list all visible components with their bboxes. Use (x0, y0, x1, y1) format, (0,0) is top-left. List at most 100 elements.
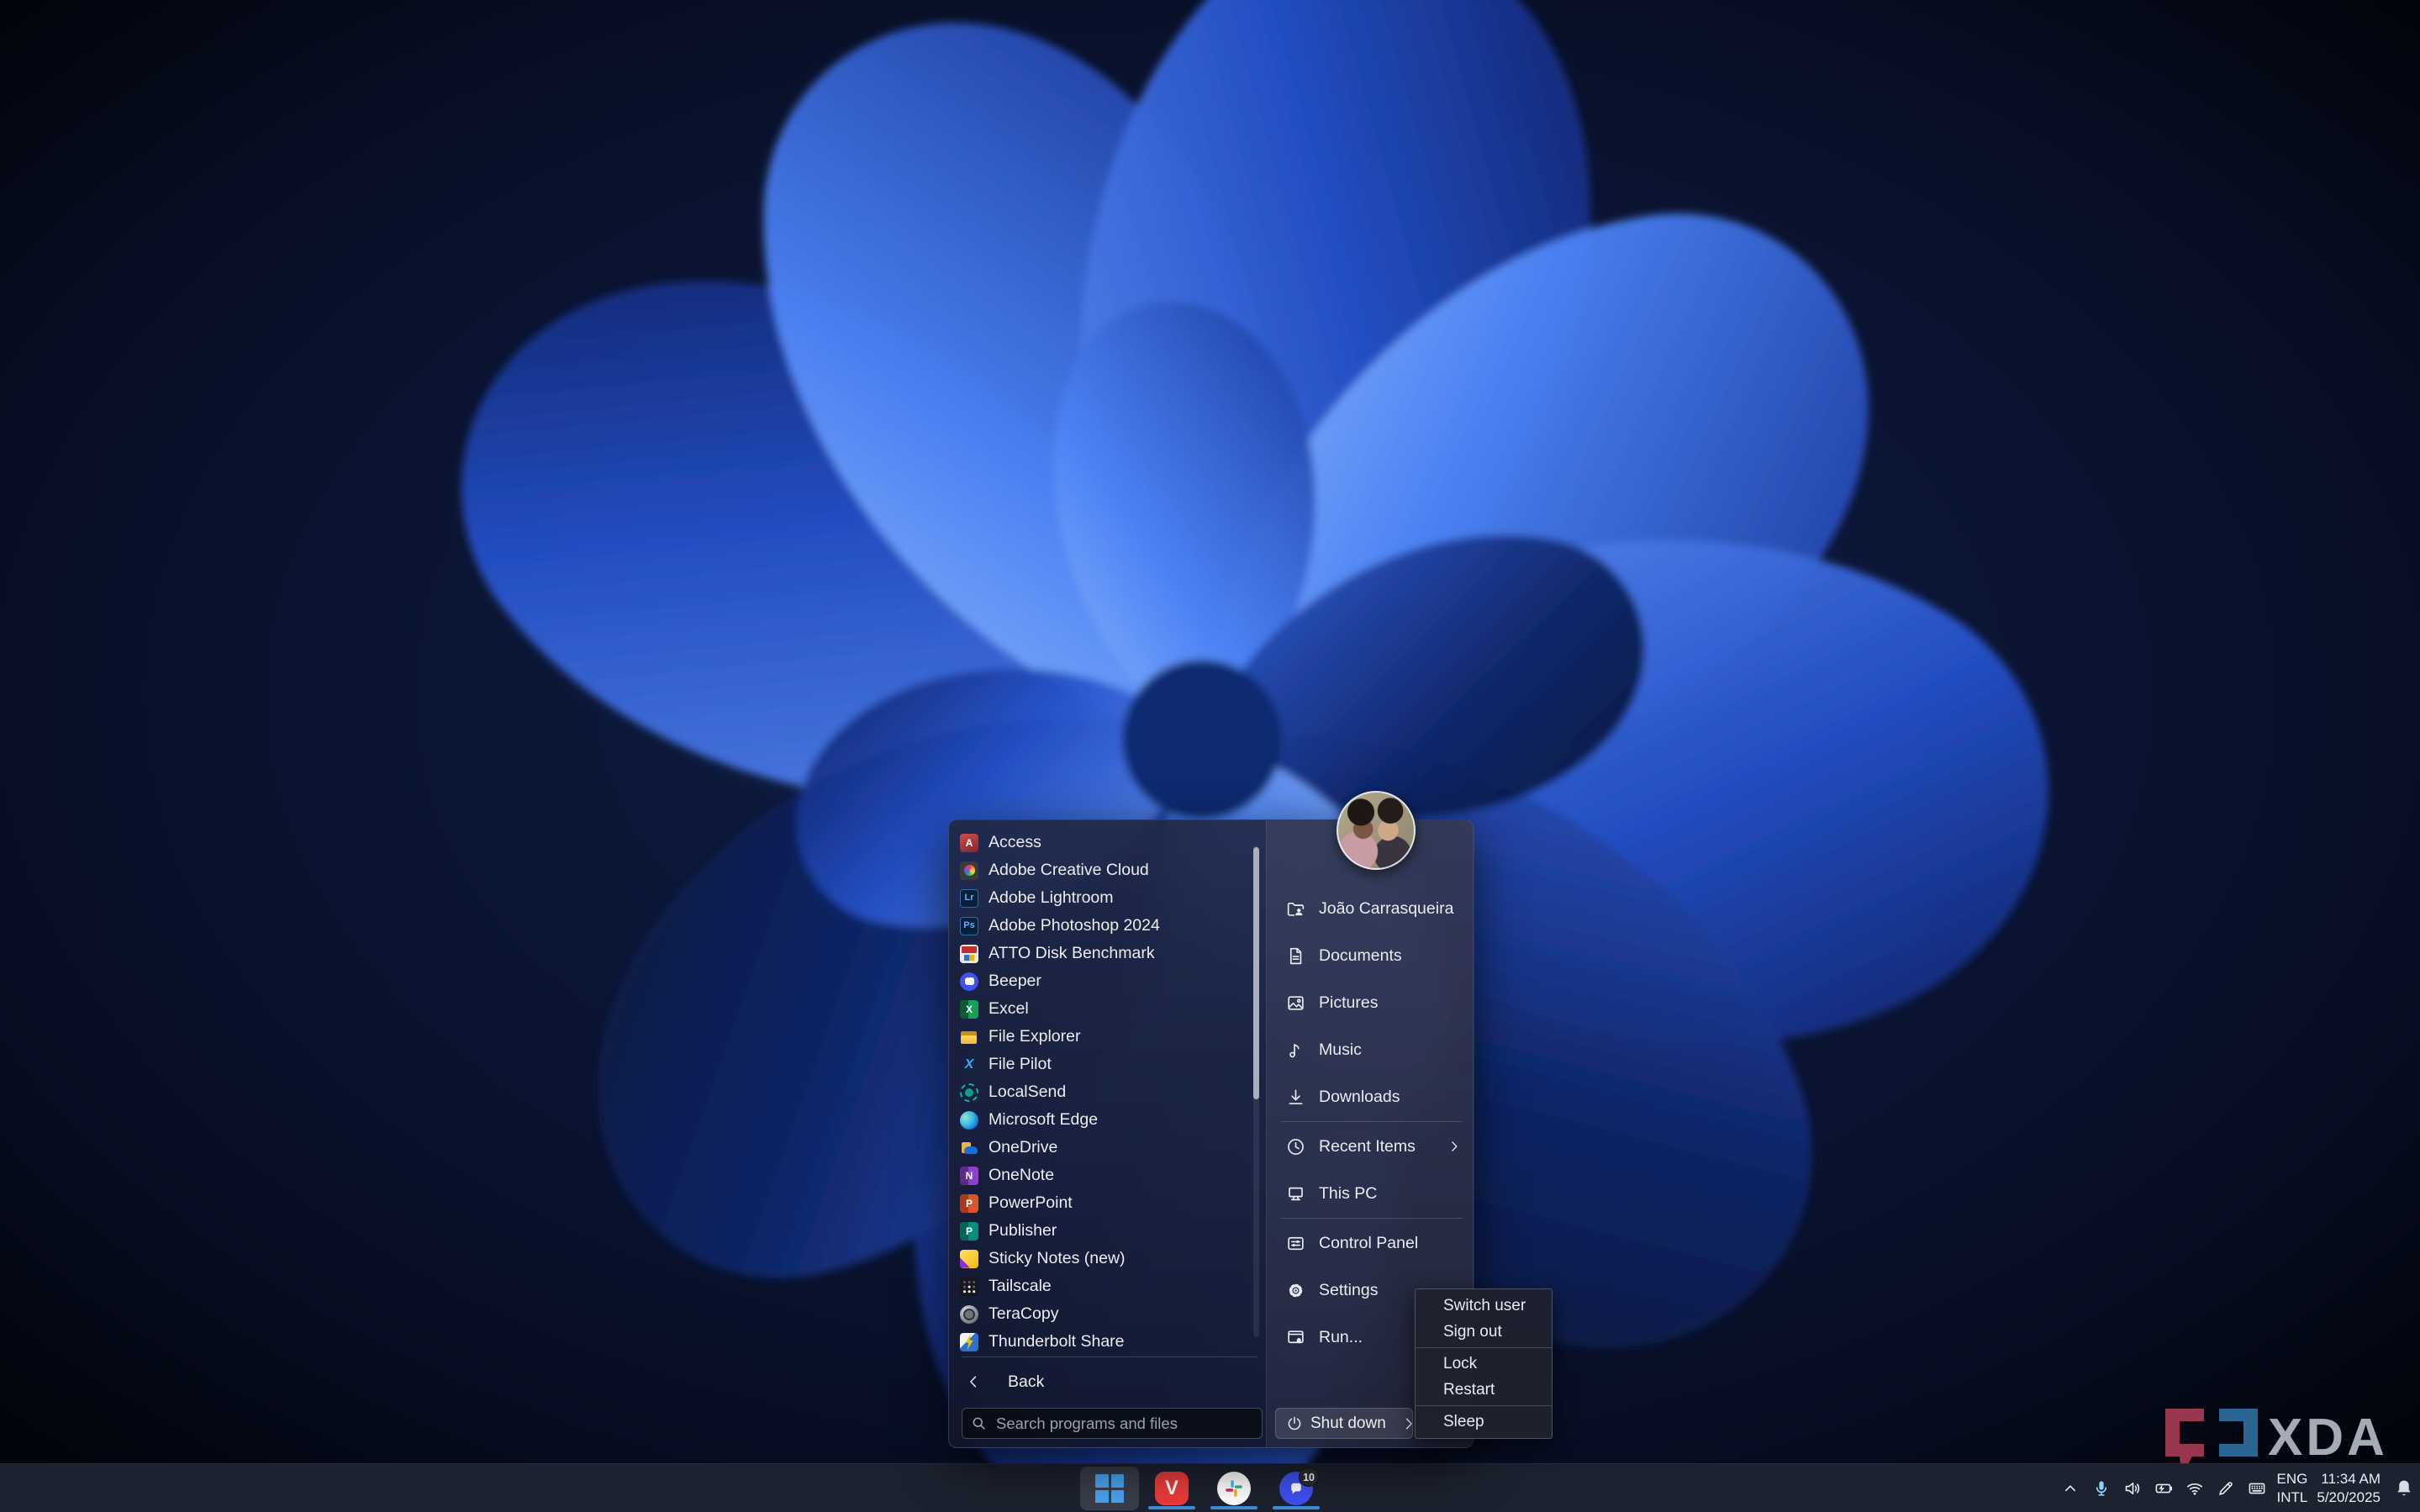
start-menu-app-beeper[interactable]: Beeper (949, 967, 1252, 995)
app-label: Adobe Creative Cloud (989, 861, 1149, 880)
start-button[interactable] (1080, 1467, 1139, 1510)
running-indicator (1210, 1506, 1257, 1509)
start-menu-app-powerpoint[interactable]: PPowerPoint (949, 1189, 1252, 1217)
app-label: Access (989, 833, 1041, 852)
volume-tray-button[interactable] (2122, 1478, 2143, 1499)
app-label: Adobe Lightroom (989, 888, 1114, 908)
start-menu-app-tailscale[interactable]: Tailscale (949, 1272, 1252, 1300)
chevron-up-tray-button[interactable] (2059, 1478, 2081, 1499)
start-menu-app-adobe-creative-cloud[interactable]: Adobe Creative Cloud (949, 856, 1252, 884)
place-label: Control Panel (1319, 1234, 1418, 1253)
start-menu: A Access Adobe Creative Cloud LrAdobe Light… (948, 819, 1474, 1448)
chevron-right-icon (1446, 1138, 1463, 1155)
xda-right-bracket (2219, 1409, 2258, 1457)
place-label: Pictures (1319, 993, 1378, 1013)
clock[interactable]: 11:34 AM 5/20/2025 (2317, 1470, 2380, 1507)
place-label: Run... (1319, 1328, 1363, 1347)
microphone-tray-button[interactable] (2090, 1478, 2112, 1499)
app-label: OneDrive (989, 1138, 1057, 1157)
start-menu-app-sticky-notes-new[interactable]: Sticky Notes (new) (949, 1245, 1252, 1272)
start-menu-app-file-pilot[interactable]: X File Pilot (949, 1051, 1252, 1078)
access-icon: A (960, 834, 978, 852)
taskbar-center: V 10 (1080, 1467, 1326, 1510)
power-options-menu: Switch userSign out LockRestart Sleep (1415, 1288, 1553, 1439)
chevron-up-icon (2060, 1478, 2080, 1499)
teracopy-icon (960, 1305, 978, 1324)
language-bottom: INTL (2277, 1488, 2308, 1507)
start-menu-item-control-panel[interactable]: Control Panel (1267, 1220, 1474, 1267)
power-option-lock[interactable]: Lock (1416, 1351, 1552, 1377)
powerpoint-icon: P (960, 1194, 978, 1213)
start-menu-app-onenote[interactable]: NOneNote (949, 1162, 1252, 1189)
power-icon (1285, 1415, 1304, 1433)
start-menu-app-adobe-lightroom[interactable]: LrAdobe Lightroom (949, 884, 1252, 912)
onenote-icon: N (960, 1167, 978, 1185)
start-menu-app-localsend[interactable]: LocalSend (949, 1078, 1252, 1106)
running-indicator (1273, 1506, 1320, 1509)
start-menu-item-this-pc[interactable]: This PC (1267, 1170, 1474, 1217)
scrollbar-thumb[interactable] (1253, 847, 1259, 1099)
start-menu-app-atto-disk-benchmark[interactable]: ATTO Disk Benchmark (949, 940, 1252, 967)
start-menu-app-thunderbolt-share[interactable]: Thunderbolt Share (949, 1328, 1252, 1356)
app-label: Microsoft Edge (989, 1110, 1098, 1130)
back-button[interactable]: Back (949, 1367, 1258, 1397)
photoshop-icon: Ps (960, 917, 978, 935)
language-top: ENG (2277, 1470, 2308, 1488)
scrollbar-track[interactable] (1253, 846, 1259, 1337)
power-option-sleep[interactable]: Sleep (1416, 1409, 1552, 1435)
shut-down-button[interactable]: Shut down (1275, 1408, 1413, 1439)
adobe-cc-icon (960, 861, 978, 880)
pictures-icon (1285, 993, 1306, 1014)
taskbar-app-slack[interactable] (1205, 1467, 1263, 1510)
monitor-icon (1285, 1183, 1306, 1204)
taskbar-app-vivaldi[interactable]: V (1142, 1467, 1201, 1510)
start-menu-program-list: A Access Adobe Creative Cloud LrAdobe Light… (949, 820, 1266, 1447)
pen-tray-button[interactable] (2215, 1478, 2237, 1499)
start-menu-item-downloads[interactable]: Downloads (1267, 1073, 1474, 1120)
start-menu-app-onedrive[interactable]: OneDrive (949, 1134, 1252, 1162)
start-menu-app-microsoft-edge[interactable]: Microsoft Edge (949, 1106, 1252, 1134)
download-icon (1285, 1087, 1306, 1108)
language-indicator[interactable]: ENG INTL (2277, 1470, 2308, 1507)
file-explorer-icon (960, 1028, 978, 1046)
user-name-item[interactable]: João Carrasqueira (1267, 885, 1474, 932)
start-menu-item-recent-items[interactable]: Recent Items (1267, 1123, 1474, 1170)
power-option-sign-out[interactable]: Sign out (1416, 1319, 1552, 1345)
place-label: Documents (1319, 946, 1402, 966)
taskbar-app-beeper[interactable]: 10 (1267, 1467, 1326, 1510)
atto-icon (960, 945, 978, 963)
wifi-tray-button[interactable] (2184, 1478, 2206, 1499)
app-list: A Access Adobe Creative Cloud LrAdobe Light… (949, 829, 1252, 1356)
start-menu-app-access[interactable]: A Access (949, 829, 1252, 856)
start-menu-app-adobe-photoshop-2024[interactable]: PsAdobe Photoshop 2024 (949, 912, 1252, 940)
power-option-restart[interactable]: Restart (1416, 1377, 1552, 1403)
gear-icon (1285, 1280, 1306, 1301)
start-menu-app-teracopy[interactable]: TeraCopy (949, 1300, 1252, 1328)
file-pilot-icon: X (960, 1056, 978, 1074)
start-menu-app-file-explorer[interactable]: File Explorer (949, 1023, 1252, 1051)
app-label: File Explorer (989, 1027, 1080, 1046)
start-menu-app-publisher[interactable]: PPublisher (949, 1217, 1252, 1245)
notifications-button[interactable] (2393, 1478, 2415, 1499)
touch-keyboard-tray-button[interactable] (2246, 1478, 2268, 1499)
pen-icon (2216, 1478, 2236, 1499)
user-avatar[interactable] (1337, 791, 1416, 870)
place-label: This PC (1319, 1184, 1377, 1204)
app-label: TeraCopy (989, 1304, 1058, 1324)
battery-charging-icon (2154, 1478, 2174, 1499)
start-menu-item-music[interactable]: Music (1267, 1026, 1474, 1073)
app-label: Sticky Notes (new) (989, 1249, 1126, 1268)
app-label: File Pilot (989, 1055, 1052, 1074)
date: 5/20/2025 (2317, 1488, 2380, 1507)
xda-text: XDA (2268, 1409, 2388, 1467)
search-icon (970, 1415, 988, 1432)
app-label: LocalSend (989, 1083, 1066, 1102)
power-option-switch-user[interactable]: Switch user (1416, 1293, 1552, 1319)
start-menu-app-excel[interactable]: XExcel (949, 995, 1252, 1023)
search-input[interactable] (962, 1408, 1263, 1439)
start-menu-item-documents[interactable]: Documents (1267, 932, 1474, 979)
run-icon (1285, 1327, 1306, 1348)
battery-charging-tray-button[interactable] (2153, 1478, 2175, 1499)
start-menu-item-pictures[interactable]: Pictures (1267, 979, 1474, 1026)
volume-icon (2122, 1478, 2143, 1499)
